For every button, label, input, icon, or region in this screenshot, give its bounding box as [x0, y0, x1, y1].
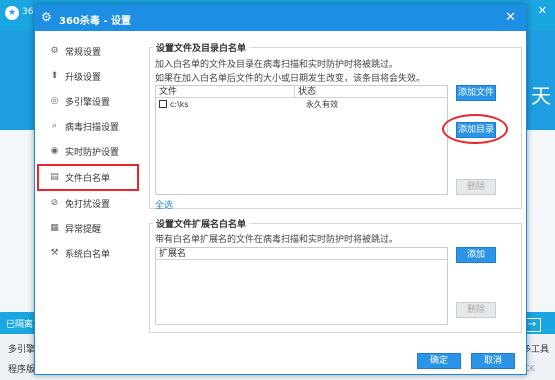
upgrade-icon: ⬆ [50, 71, 59, 81]
gear-icon: ⚙ [41, 10, 52, 24]
list-header: 文件 状态 [156, 86, 447, 98]
section-desc: 加入白名单的文件及目录在病毒扫描和实时防护时将被跳过。 [155, 60, 399, 70]
banner-text: 天 [531, 84, 551, 108]
list-header: 扩展名 [156, 248, 447, 260]
nav-label: 多引擎设置 [65, 98, 111, 108]
settings-nav: ⚙ 常规设置 ⬆ 升级设置 ◎ 多引擎设置 ⌕ 病毒扫描设置 ◉ 实时防护设置 ▤ 文件白名… [35, 31, 141, 349]
nav-label: 系统白名单 [65, 250, 111, 260]
nav-label: 异常提醒 [65, 225, 102, 235]
section-desc: 如果在加入白名单后文件的大小或日期发生改变，该条目将会失效。 [155, 74, 426, 84]
file-list[interactable]: 文件 状态 c:\ks 永久有效 [155, 85, 448, 195]
engine-label[interactable]: 多引擎 [8, 342, 35, 355]
highlight-circle [442, 114, 508, 144]
nav-label: 免打扰设置 [65, 200, 111, 210]
engine-icon: ◎ [50, 96, 59, 106]
close-icon[interactable]: ✕ [505, 10, 516, 25]
row-status: 永久有效 [306, 99, 338, 109]
nav-item-scan[interactable]: ⌕ 病毒扫描设置 [35, 114, 141, 139]
program-label: 程序版 [8, 365, 36, 375]
add-extension-button[interactable]: 添加 [456, 247, 496, 263]
col-extension: 扩展名 [159, 249, 187, 259]
ok-button[interactable]: 确定 [417, 353, 461, 369]
no-disturb-icon: ⊘ [50, 198, 59, 208]
nav-item-upgrade[interactable]: ⬆ 升级设置 [35, 64, 141, 89]
nav-label: 文件白名单 [65, 174, 111, 184]
col-status: 状态 [298, 87, 317, 97]
tools-icon: ⚒ [50, 248, 59, 258]
section-title: 设置文件及目录白名单 [153, 41, 250, 54]
dialog-titlebar: ⚙ 360杀毒 - 设置 ✕ [35, 5, 526, 31]
delete-extension-button[interactable]: 删除 [456, 302, 496, 318]
nav-label: 实时防护设置 [65, 148, 120, 158]
nav-item-general[interactable]: ⚙ 常规设置 [35, 39, 141, 64]
shield-icon: ◉ [50, 146, 59, 156]
select-all-link[interactable]: 全选 [155, 198, 173, 211]
file-icon: ▤ [50, 172, 59, 182]
nav-item-system-whitelist[interactable]: ⚒ 系统白名单 [35, 241, 141, 266]
nav-item-file-whitelist[interactable]: ▤ 文件白名单 [37, 164, 139, 191]
shield-logo-icon: ★ [5, 6, 19, 20]
gear-icon: ⚙ [50, 46, 59, 56]
alert-icon: ▦ [50, 223, 59, 233]
status-text: 已隔离 [6, 320, 34, 330]
nav-item-alerts[interactable]: ▦ 异常提醒 [35, 216, 141, 241]
nav-item-no-disturb[interactable]: ⊘ 免打扰设置 [35, 191, 141, 216]
delete-button[interactable]: 删除 [456, 179, 496, 195]
settings-dialog: ⚙ 360杀毒 - 设置 ✕ ⚙ 常规设置 ⬆ 升级设置 ◎ 多引擎设置 ⌕ 病毒扫描设… [34, 4, 527, 375]
row-checkbox[interactable] [159, 100, 167, 108]
table-row[interactable]: c:\ks 永久有效 [156, 98, 447, 110]
col-file: 文件 [156, 86, 295, 97]
section-title: 设置文件扩展名白名单 [153, 217, 250, 230]
row-path: c:\ks [170, 99, 189, 109]
nav-label: 常规设置 [65, 48, 102, 58]
search-icon: ⌕ [51, 121, 58, 131]
dialog-title: 360杀毒 - 设置 [59, 16, 131, 27]
nav-label: 病毒扫描设置 [65, 123, 120, 133]
nav-item-realtime[interactable]: ◉ 实时防护设置 [35, 139, 141, 164]
add-file-button[interactable]: 添加文件 [456, 85, 496, 101]
section-desc: 带有白名单扩展名的文件在病毒扫描和实时防护时将被跳过。 [155, 235, 399, 245]
extension-list[interactable]: 扩展名 [155, 247, 448, 325]
main-close-icon[interactable]: ✕ [538, 4, 547, 17]
nav-label: 升级设置 [65, 73, 102, 83]
cancel-button[interactable]: 取消 [471, 353, 515, 369]
nav-item-engine[interactable]: ◎ 多引擎设置 [35, 89, 141, 114]
